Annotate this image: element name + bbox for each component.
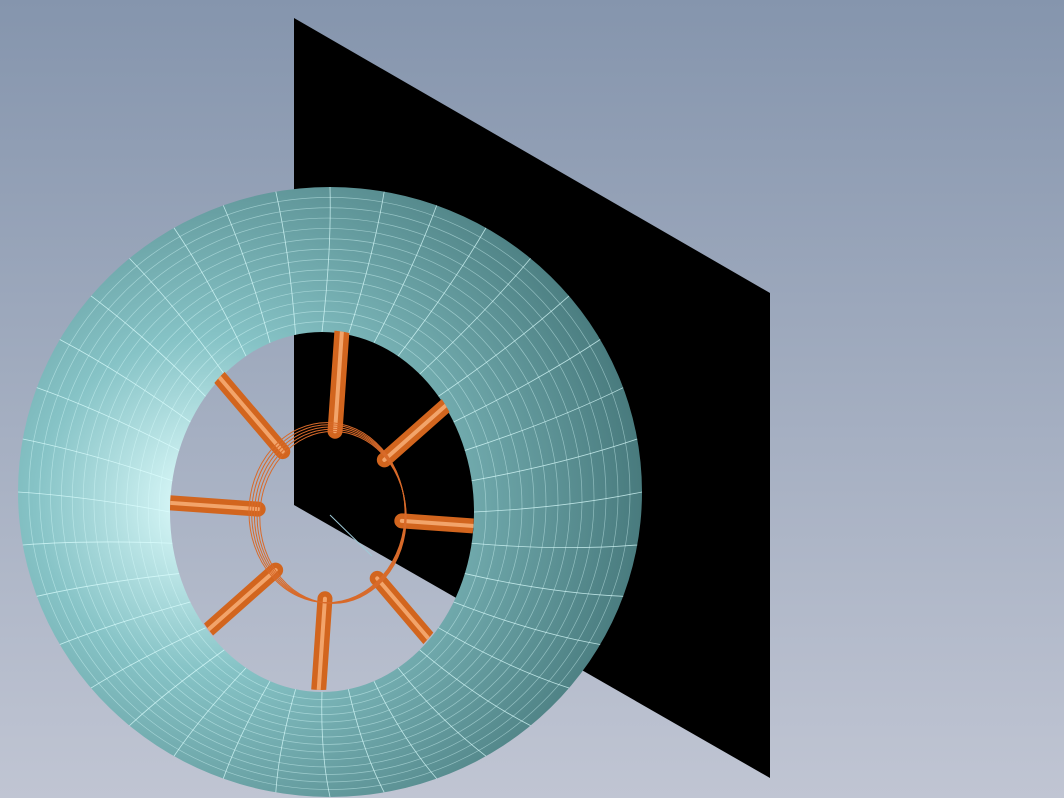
3d-viewport[interactable] bbox=[0, 0, 1064, 798]
scene-canvas[interactable] bbox=[0, 0, 1064, 798]
